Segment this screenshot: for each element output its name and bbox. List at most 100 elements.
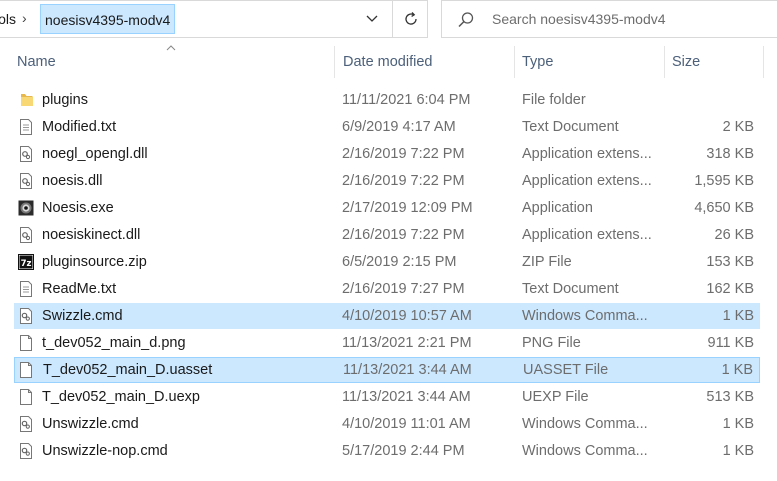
breadcrumb-parent[interactable]: ols bbox=[0, 11, 16, 27]
file-size: 153 KB bbox=[706, 254, 754, 270]
chevron-down-icon bbox=[366, 15, 378, 22]
file-name: t_dev052_main_d.png bbox=[42, 335, 186, 351]
file-type: Application extens... bbox=[522, 146, 652, 162]
file-name: Swizzle.cmd bbox=[42, 308, 123, 324]
file-row[interactable]: T_dev052_main_D.uasset 11/13/2021 3:44 AM… bbox=[14, 357, 760, 383]
file-name: Noesis.exe bbox=[42, 200, 114, 216]
file-name: pluginsource.zip bbox=[42, 254, 147, 270]
file-name: noegl_opengl.dll bbox=[42, 146, 148, 162]
file-size: 318 KB bbox=[706, 146, 754, 162]
file-size: 2 KB bbox=[722, 119, 754, 135]
file-type: PNG File bbox=[522, 335, 581, 351]
sort-ascending-icon bbox=[166, 45, 176, 51]
file-date-modified: 2/16/2019 7:22 PM bbox=[342, 173, 465, 189]
file-date-modified: 2/17/2019 12:09 PM bbox=[342, 200, 473, 216]
file-size: 1 KB bbox=[722, 308, 754, 324]
file-row[interactable]: T_dev052_main_D.uexp 11/13/2021 3:44 AM UE… bbox=[14, 384, 760, 410]
search-input[interactable]: Search noesisv4395-modv4 bbox=[492, 11, 666, 27]
file-size: 513 KB bbox=[706, 389, 754, 405]
column-divider[interactable] bbox=[334, 46, 335, 78]
column-divider[interactable] bbox=[763, 46, 764, 78]
dll-file-icon bbox=[18, 226, 34, 244]
cmd-file-icon bbox=[18, 307, 34, 325]
file-row[interactable]: noesiskinect.dll 2/16/2019 7:22 PM Applica… bbox=[14, 222, 760, 248]
file-size: 1,595 KB bbox=[694, 173, 754, 189]
file-row[interactable]: 7z pluginsource.zip 6/5/2019 2:15 PM ZIP Fi… bbox=[14, 249, 760, 275]
file-date-modified: 5/17/2019 2:44 PM bbox=[342, 443, 465, 459]
column-header-row: Name Date modified Type Size bbox=[0, 40, 777, 84]
file-name: Unswizzle-nop.cmd bbox=[42, 443, 168, 459]
dll-file-icon bbox=[18, 172, 34, 190]
file-row[interactable]: Swizzle.cmd 4/10/2019 10:57 AM Windows Com… bbox=[14, 303, 760, 329]
file-type: UEXP File bbox=[522, 389, 589, 405]
breadcrumb-current-folder[interactable]: noesisv4395-modv4 bbox=[40, 4, 176, 34]
file-date-modified: 2/16/2019 7:22 PM bbox=[342, 227, 465, 243]
file-name: Unswizzle.cmd bbox=[42, 416, 139, 432]
file-type: Windows Comma... bbox=[522, 416, 648, 432]
cmd-file-icon bbox=[18, 442, 34, 460]
file-date-modified: 4/10/2019 10:57 AM bbox=[342, 308, 472, 324]
file-name: noesiskinect.dll bbox=[42, 227, 141, 243]
file-row[interactable]: noesis.dll 2/16/2019 7:22 PM Application e… bbox=[14, 168, 760, 194]
column-header-type[interactable]: Type bbox=[522, 40, 553, 84]
file-size: 1 KB bbox=[722, 416, 754, 432]
text-file-icon bbox=[18, 280, 34, 298]
file-type: Application bbox=[522, 200, 593, 216]
file-size: 911 KB bbox=[707, 335, 755, 351]
refresh-button[interactable] bbox=[392, 1, 428, 37]
file-type: Windows Comma... bbox=[522, 308, 648, 324]
file-size: 4,650 KB bbox=[694, 200, 754, 216]
breadcrumb-separator-icon[interactable]: › bbox=[22, 10, 27, 26]
refresh-icon bbox=[404, 12, 417, 25]
file-size: 26 KB bbox=[714, 227, 755, 243]
file-size: 1 KB bbox=[722, 443, 754, 459]
column-divider[interactable] bbox=[664, 46, 665, 78]
file-row[interactable]: Modified.txt 6/9/2019 4:17 AM Text Documen… bbox=[14, 114, 760, 140]
text-file-icon bbox=[18, 118, 34, 136]
file-name: T_dev052_main_D.uasset bbox=[43, 362, 213, 378]
blank-file-icon bbox=[18, 388, 34, 406]
file-name: T_dev052_main_D.uexp bbox=[42, 389, 200, 405]
column-header-date-modified[interactable]: Date modified bbox=[343, 40, 432, 84]
7z-archive-icon: 7z bbox=[18, 253, 34, 271]
file-type: Text Document bbox=[522, 281, 619, 297]
address-bar[interactable]: ols › noesisv4395-modv4 bbox=[0, 0, 428, 38]
file-date-modified: 11/11/2021 6:04 PM bbox=[342, 92, 471, 108]
svg-text:7z: 7z bbox=[21, 259, 32, 269]
file-date-modified: 6/9/2019 4:17 AM bbox=[342, 119, 456, 135]
file-date-modified: 2/16/2019 7:27 PM bbox=[342, 281, 465, 297]
folder-icon bbox=[18, 91, 34, 109]
column-header-name[interactable]: Name bbox=[17, 40, 56, 84]
file-type: Windows Comma... bbox=[522, 443, 648, 459]
file-size: 1 KB bbox=[721, 362, 753, 378]
file-row[interactable]: Unswizzle.cmd 4/10/2019 11:01 AM Windows C… bbox=[14, 411, 760, 437]
file-type: ZIP File bbox=[522, 254, 572, 270]
file-size: 162 KB bbox=[706, 281, 754, 297]
file-date-modified: 11/13/2021 3:44 AM bbox=[342, 389, 471, 405]
column-header-size[interactable]: Size bbox=[672, 40, 700, 84]
cmd-file-icon bbox=[18, 415, 34, 433]
search-box[interactable]: Search noesisv4395-modv4 bbox=[441, 0, 777, 38]
file-name: plugins bbox=[42, 92, 88, 108]
dll-file-icon bbox=[18, 145, 34, 163]
file-name: Modified.txt bbox=[42, 119, 117, 135]
file-type: Application extens... bbox=[522, 173, 652, 189]
file-row[interactable]: Noesis.exe 2/17/2019 12:09 PM Application 4… bbox=[14, 195, 760, 221]
address-history-dropdown-button[interactable] bbox=[354, 1, 390, 37]
exe-app-icon bbox=[18, 199, 34, 217]
file-date-modified: 6/5/2019 2:15 PM bbox=[342, 254, 457, 270]
file-date-modified: 2/16/2019 7:22 PM bbox=[342, 146, 465, 162]
file-date-modified: 11/13/2021 3:44 AM bbox=[343, 362, 472, 378]
column-divider[interactable] bbox=[514, 46, 515, 78]
file-date-modified: 4/10/2019 11:01 AM bbox=[342, 416, 471, 432]
file-row[interactable]: plugins 11/11/2021 6:04 PM File folder bbox=[14, 87, 760, 113]
file-row[interactable]: noegl_opengl.dll 2/16/2019 7:22 PM Applica… bbox=[14, 141, 760, 167]
file-type: Application extens... bbox=[522, 227, 652, 243]
file-row[interactable]: ReadMe.txt 2/16/2019 7:27 PM Text Document… bbox=[14, 276, 760, 302]
navigation-bar: ols › noesisv4395-modv4 Search noesisv43… bbox=[0, 0, 777, 40]
file-row[interactable]: Unswizzle-nop.cmd 5/17/2019 2:44 PM Window… bbox=[14, 438, 760, 464]
file-type: File folder bbox=[522, 92, 586, 108]
search-icon bbox=[458, 12, 474, 28]
file-name: noesis.dll bbox=[42, 173, 103, 189]
file-row[interactable]: t_dev052_main_d.png 11/13/2021 2:21 PM PNG… bbox=[14, 330, 760, 356]
